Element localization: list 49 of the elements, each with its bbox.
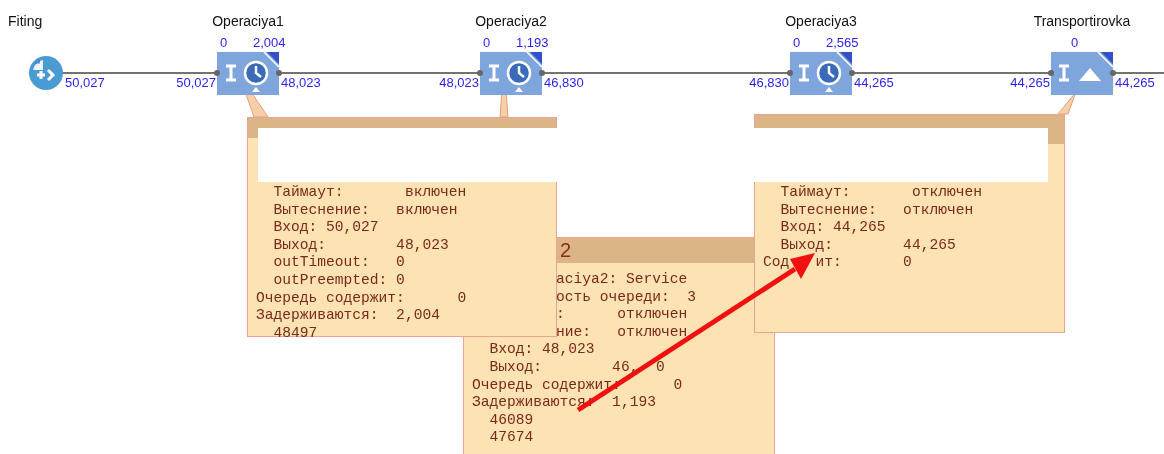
inspector-line: outTimeout: 0 [272,254,406,272]
inspector-line: Вход: 50,027 [272,219,380,237]
inspector-line: outPreempted: 0 [272,271,406,290]
service-block-icon[interactable] [790,52,852,95]
port-count: 44,265 [1010,75,1050,90]
port-count: 46,830 [544,75,584,90]
service-block-icon[interactable] [480,52,542,95]
inspector-line: 46089 [488,411,535,430]
inspector-line: ние: отключен [555,323,689,342]
inspector-line: Выход: 48,023 [272,236,450,255]
delay-count: 2,565 [826,35,859,50]
conveyor-block-icon[interactable] [1051,52,1113,95]
inspector-line: Выход: 44,265 [779,236,957,255]
inspector-line: ость очереди: 3 [555,288,698,307]
port-count: 46,830 [749,75,789,90]
inspector-line: Вытеснение: отключен [779,201,975,220]
block-label: Transportirovka [1033,13,1131,29]
inspector-line: Сод ит: 0 [763,254,913,272]
inspector-line: Вытеснение: включен [272,201,459,220]
port-count: 48,023 [439,75,479,90]
delay-count: 2,004 [253,35,286,50]
block-label: Operaciya2 [475,13,547,29]
inspector-line: Очередь содержит: 0 [256,289,468,308]
delay-count: 1,193 [516,35,549,50]
inspector-line: Вход: 48,023 [488,341,596,359]
port-count: 50,027 [176,75,216,90]
inspector-line: aciya2: Service [555,271,689,289]
block-label: Fiting [8,13,43,29]
block-label: Operaciya3 [785,13,857,29]
queue-count: 0 [793,35,801,50]
inspector-line: Выход: 46, 0 [488,358,666,377]
port-count: 50,027 [65,75,105,90]
queue-count: 0 [483,35,491,50]
inspector-line: Таймаут: включен [272,184,468,202]
inspector-line: 47674 [488,429,535,447]
inspector-line: Таймаут: отключен [779,184,983,202]
port-count: 48,023 [281,75,321,90]
queue-count: 0 [1071,35,1079,50]
inspector-line: Задерживаются: 2,004 [256,307,441,325]
source-block-icon[interactable] [29,56,63,90]
inspector-title: 2 [560,239,572,262]
inspector-line: Вход: 44,265 [779,219,887,237]
port-count: 44,265 [854,75,894,90]
block-label: Operaciya1 [212,13,284,29]
service-block-icon[interactable] [217,52,279,95]
inspector-line: 48497 [272,324,319,343]
inspector-line: : отключен [555,306,689,324]
queue-count: 0 [220,35,228,50]
port-count: 44,265 [1115,75,1155,90]
